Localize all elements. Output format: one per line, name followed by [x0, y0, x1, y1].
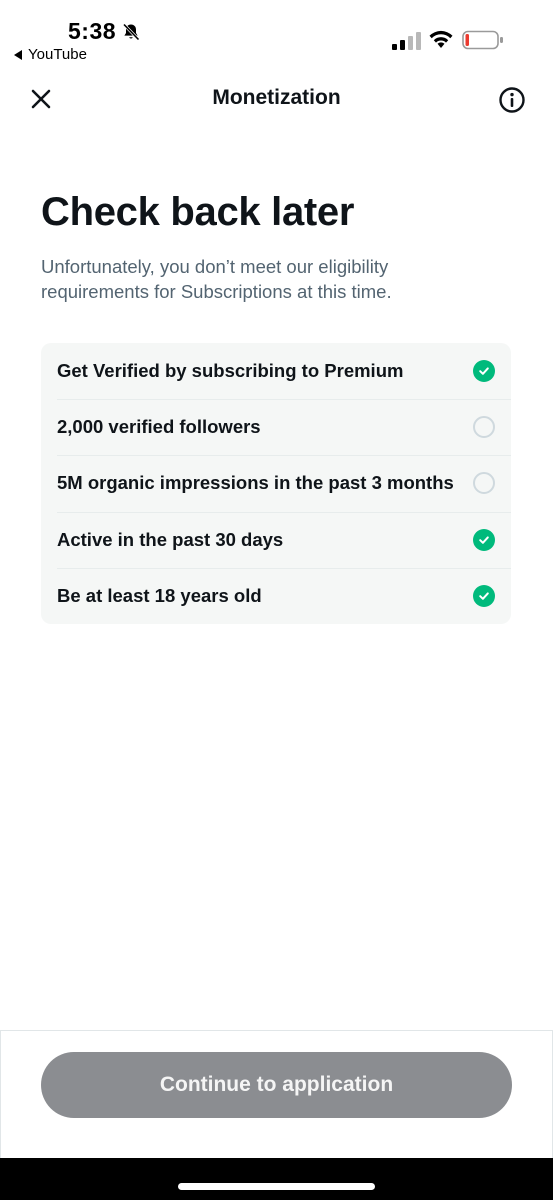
requirement-label: Get Verified by subscribing to Premium	[57, 360, 404, 381]
check-circle-icon	[473, 360, 495, 382]
requirements-list: Get Verified by subscribing to Premium 2…	[41, 343, 511, 624]
page-title: Monetization	[212, 86, 341, 109]
back-to-app-link[interactable]: YouTube	[14, 46, 87, 63]
empty-circle-icon	[473, 472, 495, 494]
continue-to-application-button[interactable]: Continue to application	[41, 1052, 512, 1118]
requirement-row: Get Verified by subscribing to Premium	[41, 343, 511, 399]
empty-circle-icon	[473, 416, 495, 438]
back-app-label: YouTube	[28, 46, 87, 63]
status-time-group: 5:38	[68, 18, 141, 45]
requirement-label: Active in the past 30 days	[57, 529, 284, 550]
monetization-screen: 5:38 YouTube Monetization Check back lat…	[0, 0, 553, 1200]
requirement-row: 5M organic impressions in the past 3 mon…	[41, 455, 511, 511]
requirement-label: Be at least 18 years old	[57, 585, 262, 606]
main-heading: Check back later	[41, 190, 355, 234]
status-bar: 5:38 YouTube	[0, 0, 553, 70]
status-time: 5:38	[68, 18, 117, 44]
info-icon	[499, 87, 525, 113]
check-circle-icon	[473, 585, 495, 607]
wifi-icon	[429, 30, 453, 48]
eligibility-description: Unfortunately, you don’t meet our eligib…	[41, 256, 392, 302]
back-arrow-icon	[14, 49, 22, 60]
requirement-row: Active in the past 30 days	[41, 512, 511, 568]
requirement-row: 2,000 verified followers	[41, 399, 511, 455]
home-indicator[interactable]	[178, 1183, 375, 1190]
header: Monetization	[0, 72, 553, 128]
home-indicator-area	[0, 1158, 553, 1200]
requirement-label: 2,000 verified followers	[57, 416, 261, 437]
info-button[interactable]	[496, 84, 528, 116]
requirement-row: Be at least 18 years old	[41, 568, 511, 624]
battery-low-icon	[462, 30, 503, 50]
check-circle-icon	[473, 529, 495, 551]
bell-slash-icon	[122, 22, 140, 41]
requirement-label: 5M organic impressions in the past 3 mon…	[57, 472, 454, 493]
cellular-signal-icon	[392, 32, 421, 50]
